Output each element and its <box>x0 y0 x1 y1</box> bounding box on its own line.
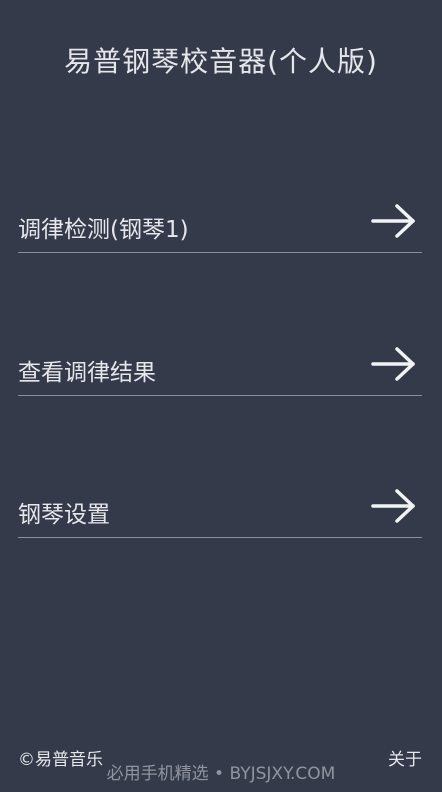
menu-item-label: 查看调律结果 <box>18 360 156 386</box>
app-title: 易普钢琴校音器(个人版) <box>64 45 378 78</box>
menu-item-tuning-detection[interactable]: 调律检测(钢琴1) <box>18 202 422 253</box>
menu-item-label: 调律检测(钢琴1) <box>18 217 189 243</box>
arrow-right-icon <box>371 489 415 523</box>
menu-item-label: 钢琴设置 <box>18 502 110 528</box>
arrow-right-icon <box>371 204 415 238</box>
watermark-text: 必用手机精选 • BYJSJXY.COM <box>106 764 336 784</box>
menu-item-view-results[interactable]: 查看调律结果 <box>18 345 422 396</box>
arrow-right-icon <box>371 347 415 381</box>
menu-item-piano-settings[interactable]: 钢琴设置 <box>18 487 422 538</box>
